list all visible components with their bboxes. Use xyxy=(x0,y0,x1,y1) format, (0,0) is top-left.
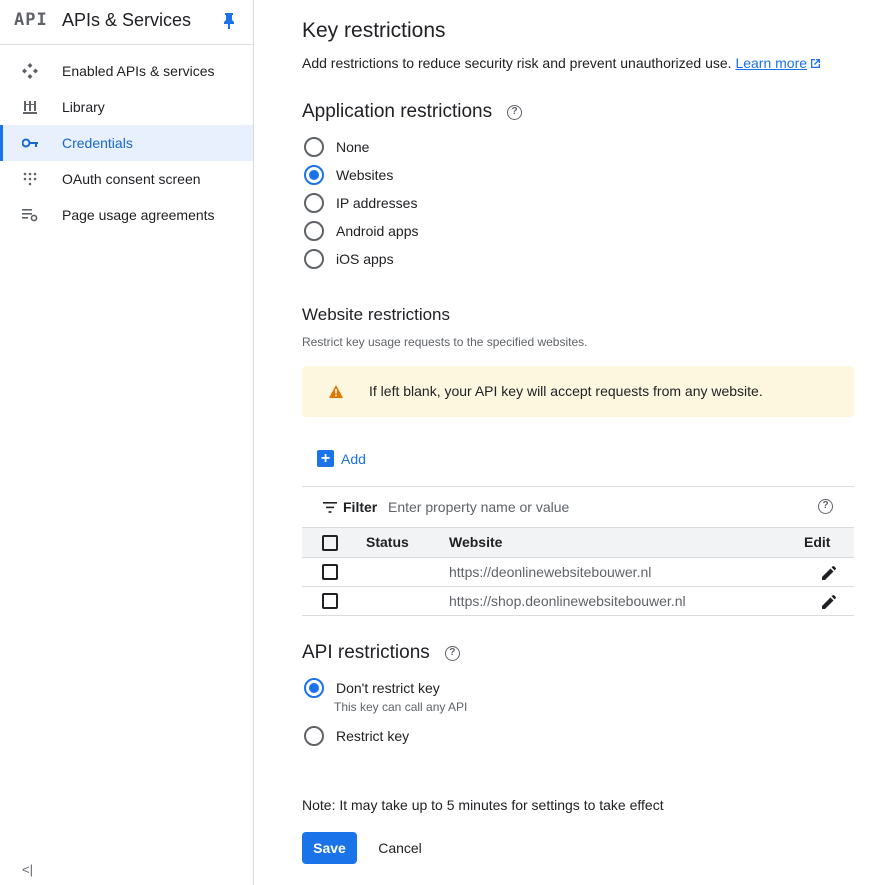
description-text: Add restrictions to reduce security risk… xyxy=(302,55,732,71)
save-button[interactable]: Save xyxy=(302,832,357,864)
sidebar: API APIs & Services Enabled APIs & servi… xyxy=(0,0,254,885)
api-restrictions-heading: API restrictions? xyxy=(302,642,460,664)
row-checkbox[interactable] xyxy=(322,564,338,581)
row-checkbox[interactable] xyxy=(322,593,338,610)
warning-icon xyxy=(329,385,343,398)
radio-android-apps[interactable]: Android apps xyxy=(304,220,419,242)
enabled-apis-icon xyxy=(21,63,39,79)
radio-ios-apps[interactable]: iOS apps xyxy=(304,248,394,270)
table-row: https://shop.deonlinewebsitebouwer.nl xyxy=(302,586,854,616)
radio-button[interactable] xyxy=(304,221,324,241)
sidebar-item-credentials[interactable]: Credentials xyxy=(0,125,253,161)
radio-ip-addresses[interactable]: IP addresses xyxy=(304,192,417,214)
radio-websites[interactable]: Websites xyxy=(304,164,393,186)
sidebar-title: APIs & Services xyxy=(62,10,192,30)
add-label: Add xyxy=(341,450,366,467)
table-row: https://deonlinewebsitebouwer.nl xyxy=(302,557,854,587)
radio-button[interactable] xyxy=(304,726,324,746)
row-status xyxy=(358,586,449,616)
row-website: https://shop.deonlinewebsitebouwer.nl xyxy=(449,586,804,616)
filter-bar: Filter ? xyxy=(302,486,854,528)
collapse-sidebar-icon[interactable]: <| xyxy=(22,862,33,877)
sidebar-item-label: Enabled APIs & services xyxy=(62,63,215,79)
warning-text: If left blank, your API key will accept … xyxy=(369,383,763,399)
application-restrictions-heading: Application restrictions? xyxy=(302,101,523,123)
help-icon[interactable]: ? xyxy=(444,646,460,661)
row-website: https://deonlinewebsitebouwer.nl xyxy=(449,557,804,587)
page-title: Key restrictions xyxy=(302,19,446,42)
external-link-icon xyxy=(811,59,821,68)
filter-input[interactable] xyxy=(388,495,788,519)
help-icon[interactable]: ? xyxy=(507,105,523,120)
warning-banner: If left blank, your API key will accept … xyxy=(302,366,854,417)
help-icon[interactable]: ? xyxy=(818,499,833,514)
sidebar-item-enabled-apis[interactable]: Enabled APIs & services xyxy=(0,53,253,89)
radio-sublabel: This key can call any API xyxy=(334,700,468,714)
api-logo: API xyxy=(14,10,48,30)
radio-button-selected[interactable] xyxy=(304,678,324,698)
website-restrictions-description: Restrict key usage requests to the speci… xyxy=(302,335,588,349)
sidebar-item-label: Credentials xyxy=(62,135,133,151)
sidebar-item-page-usage[interactable]: Page usage agreements xyxy=(0,197,253,233)
learn-more-link[interactable]: Learn more xyxy=(735,55,821,71)
radio-none[interactable]: None xyxy=(304,136,369,158)
page-description: Add restrictions to reduce security risk… xyxy=(302,55,821,71)
column-status[interactable]: Status xyxy=(358,528,449,558)
key-icon xyxy=(21,135,39,151)
sidebar-item-label: Page usage agreements xyxy=(62,207,215,223)
page-settings-icon xyxy=(21,207,39,223)
select-all-checkbox[interactable] xyxy=(322,534,338,551)
sidebar-item-library[interactable]: Library xyxy=(0,89,253,125)
settings-note: Note: It may take up to 5 minutes for se… xyxy=(302,797,664,813)
add-icon: + xyxy=(317,450,334,467)
sidebar-header: API APIs & Services xyxy=(0,0,253,45)
radio-dont-restrict-key[interactable]: Don't restrict key xyxy=(304,677,440,699)
filter-label: Filter xyxy=(343,499,378,515)
column-website[interactable]: Website xyxy=(449,528,804,558)
radio-button[interactable] xyxy=(304,193,324,213)
pin-icon[interactable] xyxy=(222,12,236,30)
oauth-icon xyxy=(21,171,39,187)
sidebar-item-label: OAuth consent screen xyxy=(62,171,201,187)
sidebar-item-oauth[interactable]: OAuth consent screen xyxy=(0,161,253,197)
sidebar-nav: Enabled APIs & services Library Credenti… xyxy=(0,53,253,233)
website-restrictions-heading: Website restrictions xyxy=(302,305,451,324)
radio-button-selected[interactable] xyxy=(304,165,324,185)
table-header-row: Status Website Edit xyxy=(302,528,854,558)
radio-restrict-key[interactable]: Restrict key xyxy=(304,725,409,747)
column-edit: Edit xyxy=(804,528,854,558)
filter-icon xyxy=(323,502,337,513)
row-status xyxy=(358,557,449,587)
edit-icon[interactable] xyxy=(822,565,836,580)
library-icon xyxy=(21,99,39,115)
add-website-button[interactable]: + Add xyxy=(317,450,366,467)
radio-button[interactable] xyxy=(304,137,324,157)
cancel-button[interactable]: Cancel xyxy=(369,832,431,864)
radio-button[interactable] xyxy=(304,249,324,269)
edit-icon[interactable] xyxy=(822,594,836,609)
websites-table: Status Website Edit https://deonlinewebs… xyxy=(302,528,854,616)
sidebar-item-label: Library xyxy=(62,99,105,115)
